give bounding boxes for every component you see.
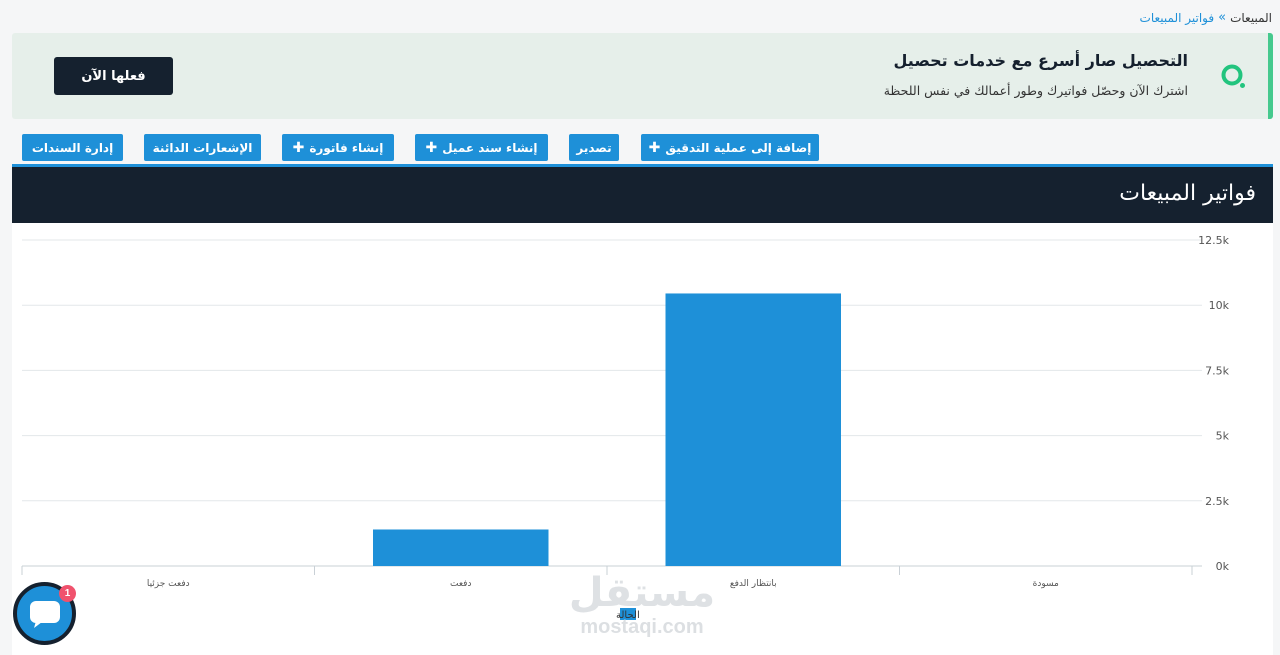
promo-banner: التحصيل صار أسرع مع خدمات تحصيل اشترك ال… bbox=[12, 33, 1273, 119]
x-tick-label: بانتظار الدفع bbox=[730, 579, 777, 589]
create-invoice-button[interactable]: إنشاء فاتورة ✚ bbox=[282, 134, 394, 161]
add-to-audit-button[interactable]: إضافة إلى عملية التدقيق ✚ bbox=[641, 134, 819, 161]
status-bar-chart: 0k 2.5k 5k 7.5k 10k 12.5k دفعت جزئيا دفعت بانتظا… bbox=[21, 234, 1230, 621]
y-tick-label: 7.5k bbox=[1205, 364, 1229, 377]
x-tick-label: دفعت bbox=[450, 579, 472, 589]
promo-text: اشترك الآن وحصّل فواتيرك وطور أعمالك في … bbox=[883, 83, 1188, 98]
breadcrumb: المبيعات » فواتير المبيعات bbox=[1140, 10, 1272, 25]
create-invoice-label: إنشاء فاتورة bbox=[309, 140, 384, 155]
plus-icon: ✚ bbox=[425, 139, 438, 156]
y-tick-label: 5k bbox=[1216, 430, 1230, 443]
activate-now-button[interactable]: فعلها الآن bbox=[54, 57, 173, 95]
breadcrumb-current[interactable]: فواتير المبيعات bbox=[1140, 11, 1215, 25]
y-tick-label: 0k bbox=[1216, 560, 1230, 573]
brand-o-icon bbox=[1221, 64, 1245, 88]
manage-receipts-button[interactable]: إدارة السندات bbox=[22, 134, 123, 161]
add-to-audit-label: إضافة إلى عملية التدقيق bbox=[665, 140, 812, 155]
plus-icon: ✚ bbox=[292, 139, 305, 156]
credit-notes-button[interactable]: الإشعارات الدائنة bbox=[144, 134, 261, 161]
x-tick-label: مسودة bbox=[1033, 579, 1059, 589]
credit-notes-label: الإشعارات الدائنة bbox=[152, 140, 253, 155]
sales-invoices-panel: فواتير المبيعات 0k 2.5k 5k 7.5k 10k 12.5k دفعت… bbox=[12, 164, 1273, 655]
breadcrumb-parent[interactable]: المبيعات bbox=[1230, 11, 1272, 25]
plus-icon: ✚ bbox=[648, 139, 661, 156]
bar bbox=[373, 529, 549, 566]
breadcrumb-separator: » bbox=[1218, 10, 1227, 25]
x-tick-label: دفعت جزئيا bbox=[147, 579, 190, 589]
create-customer-receipt-button[interactable]: إنشاء سند عميل ✚ bbox=[415, 134, 548, 161]
legend-label: الحالة bbox=[616, 610, 640, 621]
y-tick-label: 12.5k bbox=[1198, 234, 1229, 247]
create-customer-receipt-label: إنشاء سند عميل bbox=[442, 140, 538, 155]
y-tick-label: 2.5k bbox=[1205, 495, 1229, 508]
promo-title: التحصيل صار أسرع مع خدمات تحصيل bbox=[893, 51, 1188, 70]
export-button[interactable]: تصدير bbox=[569, 134, 619, 161]
manage-receipts-label: إدارة السندات bbox=[31, 140, 114, 155]
export-label: تصدير bbox=[576, 140, 612, 155]
chat-badge: 1 bbox=[59, 585, 76, 602]
bar bbox=[665, 293, 841, 566]
chat-bubble-icon bbox=[29, 600, 60, 628]
y-tick-label: 10k bbox=[1209, 299, 1230, 312]
